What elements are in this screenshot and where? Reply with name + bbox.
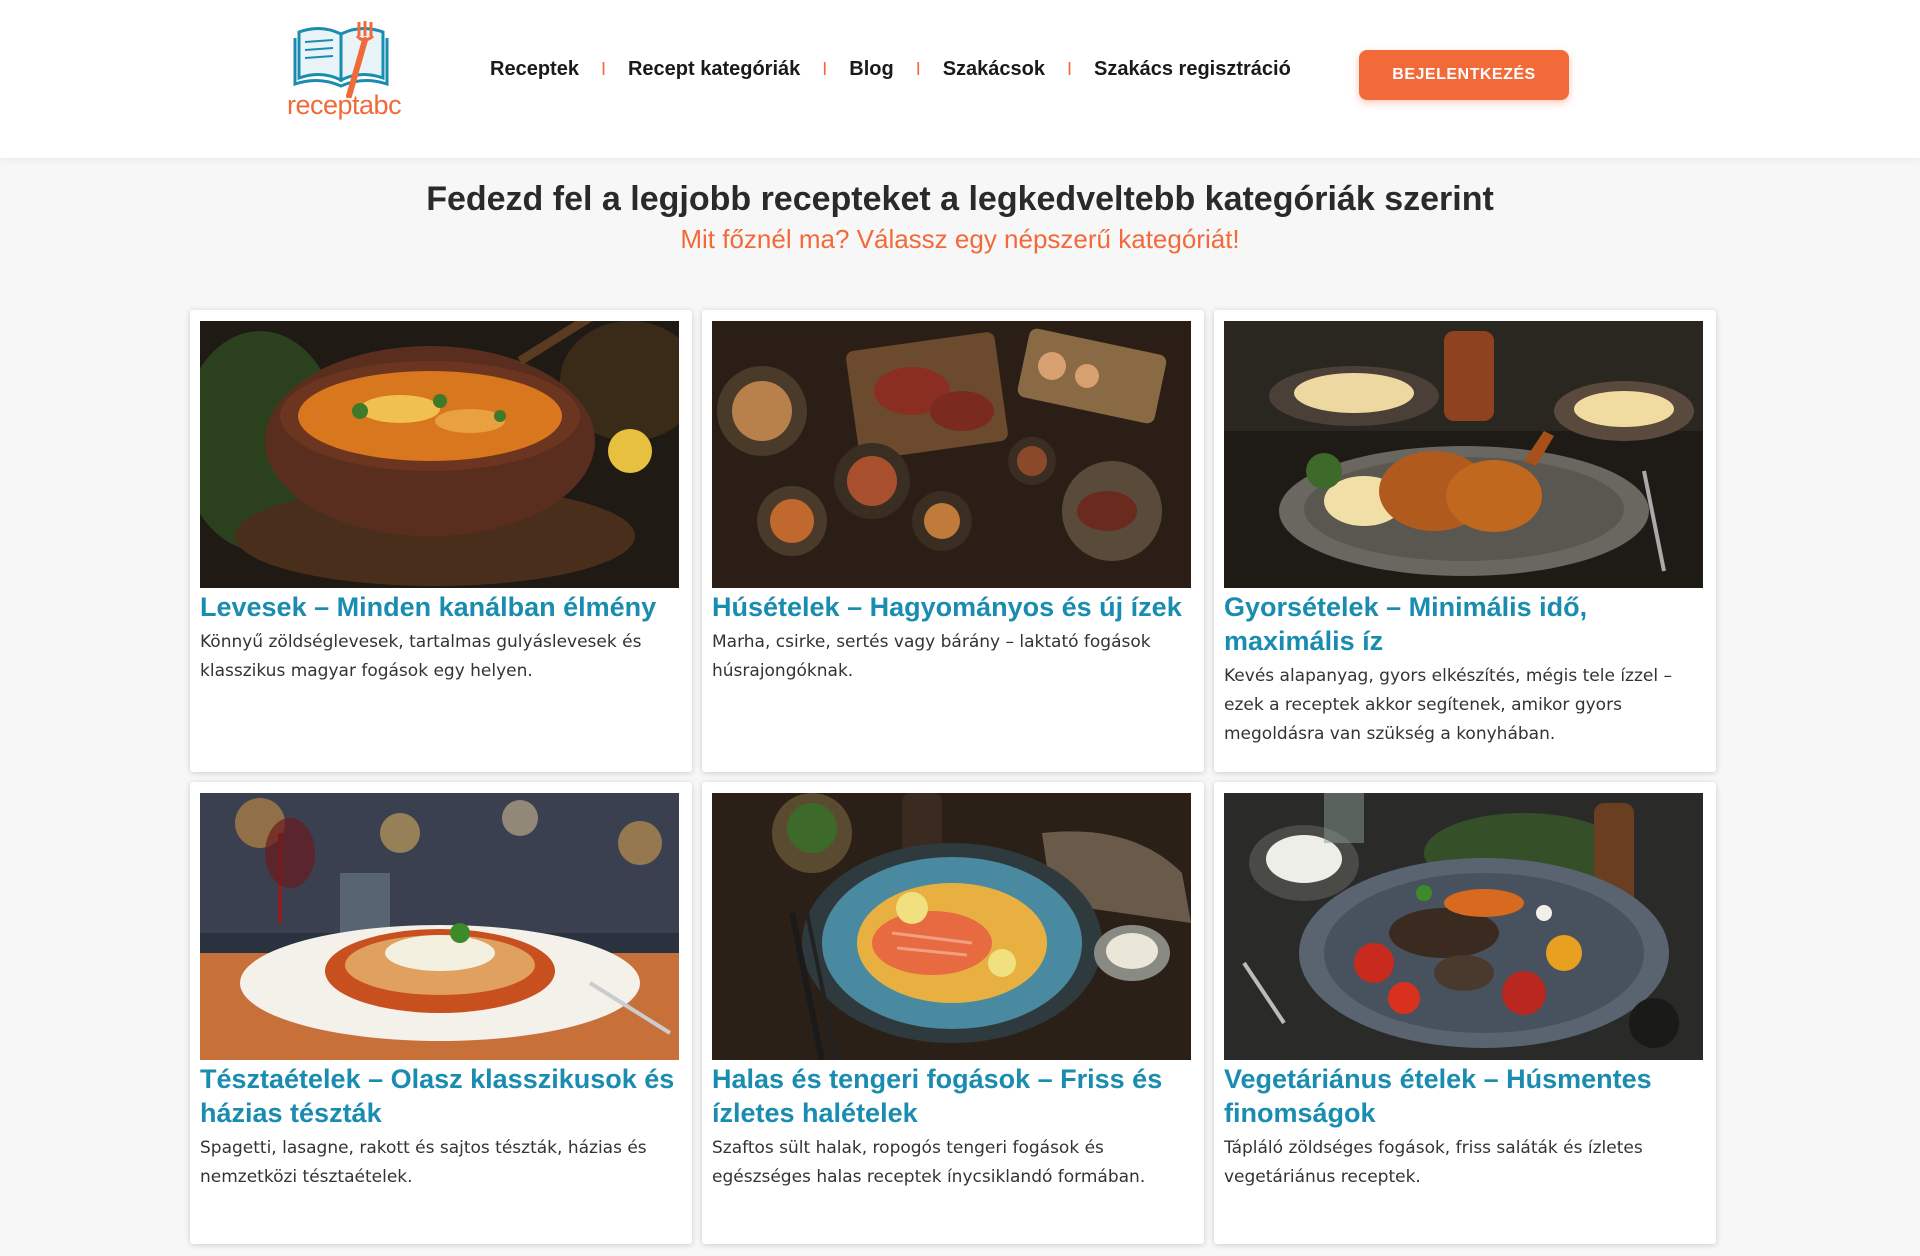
nav-item-blog[interactable]: Blog [849,58,893,81]
category-description: Tápláló zöldséges fogások, friss saláták… [1224,1138,1643,1187]
category-grid: Levesek – Minden kanálban élmény Könnyű … [190,310,1716,1244]
salmon-plate-image[interactable] [712,793,1191,1060]
roast-chicken-image[interactable] [1224,321,1703,588]
page-subtitle: Mit főznél ma? Válassz egy népszerű kate… [680,224,1240,254]
category-title[interactable]: Tésztaételek – Olasz klasszikusok és ház… [200,1062,682,1130]
category-description: Kevés alapanyag, gyors elkészítés, mégis… [1224,666,1672,744]
nav-separator: I [822,59,828,79]
category-title[interactable]: Halas és tengeri fogások – Friss és ízle… [712,1062,1194,1130]
spaghetti-image[interactable] [200,793,679,1060]
category-card-tesztaetelek[interactable]: Tésztaételek – Olasz klasszikusok és ház… [190,782,692,1244]
category-card-levesek[interactable]: Levesek – Minden kanálban élmény Könnyű … [190,310,692,772]
category-title[interactable]: Húsételek – Hagyományos és új ízek [712,590,1194,624]
nav-separator: I [600,59,606,79]
category-description: Marha, csirke, sertés vagy bárány – lakt… [712,632,1151,681]
category-title[interactable]: Gyorsételek – Minimális idő, maximális í… [1224,590,1706,658]
category-description: Szaftos sült halak, ropogós tengeri fogá… [712,1138,1146,1187]
nav-separator: I [1067,59,1073,79]
category-card-gyorsetelek[interactable]: Gyorsételek – Minimális idő, maximális í… [1214,310,1716,772]
category-card-vegetarianus[interactable]: Vegetáriánus ételek – Húsmentes finomság… [1214,782,1716,1244]
nav-item-szakacsok[interactable]: Szakácsok [943,58,1045,81]
login-button[interactable]: BEJELENTKEZÉS [1359,50,1569,100]
site-header: receptabc Receptek I Recept kategóriák I… [0,0,1920,158]
logo-text: receptabc [287,90,402,120]
nav-item-receptek[interactable]: Receptek [490,58,579,81]
category-card-husetelek[interactable]: Húsételek – Hagyományos és új ízek Marha… [702,310,1204,772]
soup-pot-image[interactable] [200,321,679,588]
nav-separator: I [915,59,921,79]
site-logo[interactable]: receptabc [287,18,402,124]
meat-table-image[interactable] [712,321,1191,588]
category-card-halas[interactable]: Halas és tengeri fogások – Friss és ízle… [702,782,1204,1244]
category-title[interactable]: Levesek – Minden kanálban élmény [200,590,682,624]
nav-item-recept-kategoriak[interactable]: Recept kategóriák [628,58,800,81]
nav-item-szakacs-regisztracio[interactable]: Szakács regisztráció [1094,58,1291,81]
grilled-vegetables-image[interactable] [1224,793,1703,1060]
category-title[interactable]: Vegetáriánus ételek – Húsmentes finomság… [1224,1062,1706,1130]
page-title: Fedezd fel a legjobb recepteket a legked… [426,180,1494,218]
book-fork-icon [293,21,389,99]
main-nav: Receptek I Recept kategóriák I Blog I Sz… [490,58,1291,81]
category-description: Spagetti, lasagne, rakott és sajtos tész… [200,1138,647,1187]
category-description: Könnyű zöldséglevesek, tartalmas gulyásl… [200,632,642,681]
